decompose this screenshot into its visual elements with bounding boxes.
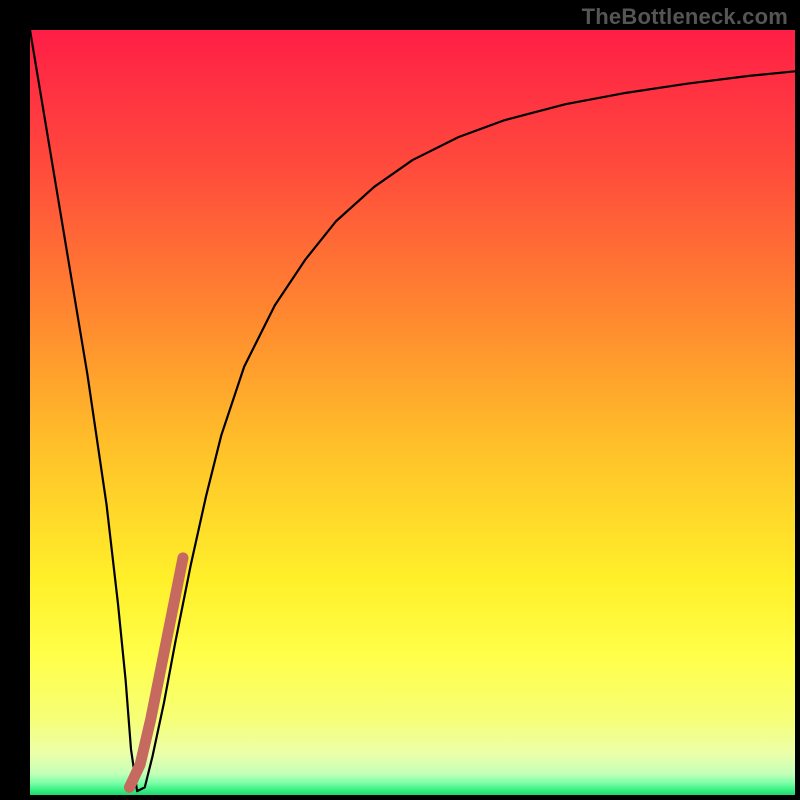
plot-background [30,30,795,795]
bottleneck-chart [0,0,800,800]
watermark-text: TheBottleneck.com [582,4,788,30]
chart-stage: TheBottleneck.com [0,0,800,800]
